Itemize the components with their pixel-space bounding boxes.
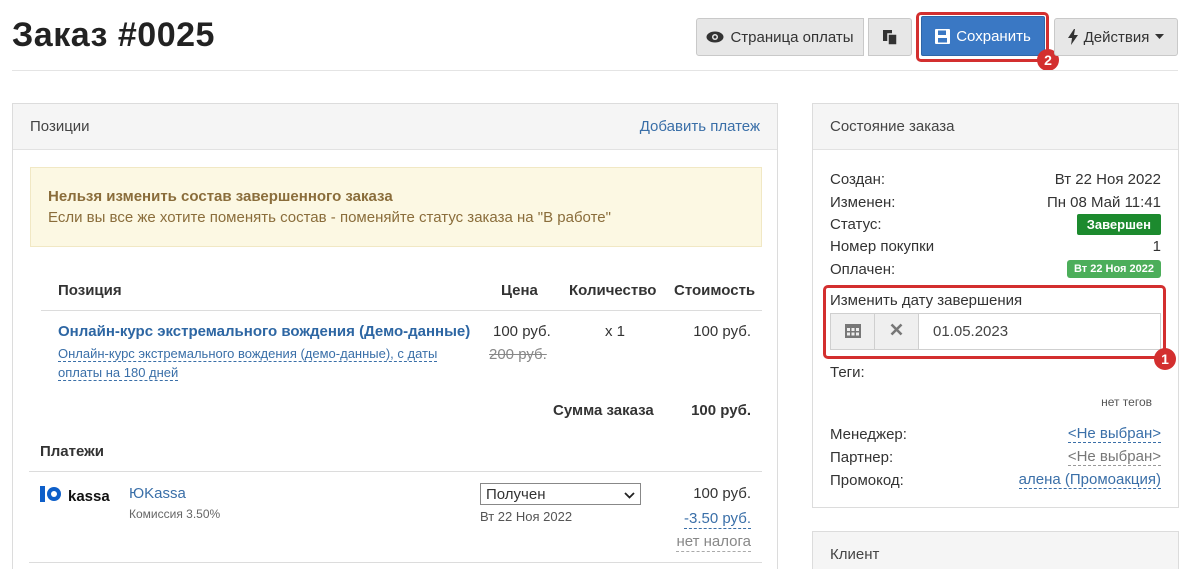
promo-row: Промокод: алена (Промоакция) [830,469,1161,491]
item-subtitle-link[interactable]: Онлайн-курс экстремального вождения (дем… [58,344,448,382]
payment-fee-link[interactable]: -3.50 руб. [684,510,751,529]
promo-label: Промокод: [830,471,904,489]
table-header-divider [41,310,762,311]
actions-label: Действия [1083,28,1150,46]
payment-amount: 100 руб. [693,485,751,502]
partner-label: Партнер: [830,448,894,466]
item-title-link[interactable]: Онлайн-курс экстремального вождения (Дем… [58,323,470,340]
positions-panel-header: Позиции Добавить платеж [13,104,777,150]
payment-page-button[interactable]: Страница оплаты [696,18,864,56]
save-label: Сохранить [956,27,1031,45]
order-state-header: Состояние заказа [813,104,1178,150]
item-price: 100 руб. [493,323,551,340]
chevron-down-icon [624,486,635,503]
status-row: Статус: Завершен [830,213,1161,235]
client-title: Клиент [830,546,880,563]
status-label: Статус: [830,215,882,233]
payment-system-link[interactable]: ЮKassa [129,485,186,502]
item-cost: 100 руб. [693,323,751,340]
payments-heading: Платежи [40,443,104,460]
column-header-position: Позиция [58,282,122,299]
add-payment-link[interactable]: Добавить платеж [640,118,760,135]
yookassa-icon [40,486,62,506]
payments-divider [29,471,762,472]
payment-row-divider [29,562,762,563]
payment-status-select[interactable]: Получен [480,483,641,505]
yookassa-logo: kassa [40,486,110,506]
actions-dropdown-button[interactable]: Действия [1054,18,1178,56]
client-panel-header: Клиент [813,532,1178,569]
partner-select-link[interactable]: <Не выбран> [1067,448,1161,466]
payment-status-value: Получен [486,485,546,503]
order-sum-label: Сумма заказа [553,402,654,419]
save-button[interactable]: Сохранить [921,16,1045,56]
changed-value: Пн 08 Май 11:41 [1046,193,1161,211]
page-title: Заказ #0025 [12,16,215,54]
positions-title: Позиции [30,118,90,135]
paid-label: Оплачен: [830,260,896,278]
created-label: Создан: [830,170,886,188]
changed-label: Изменен: [830,193,896,211]
manager-label: Менеджер: [830,425,907,443]
caret-down-icon [1155,34,1165,40]
order-sum-value: 100 руб. [691,402,751,419]
promo-code-link[interactable]: алена (Промоакция) [1018,471,1161,489]
tags-empty-value: нет тегов [1101,395,1152,409]
purchase-number-value: 1 [1152,237,1161,255]
column-header-cost: Стоимость [674,282,756,299]
copy-icon [882,29,898,46]
header-divider [12,70,1178,71]
tags-label: Теги: [830,364,865,381]
completed-order-alert: Нельзя изменить состав завершенного зака… [30,167,762,247]
changed-row: Изменен: Пн 08 Май 11:41 [830,191,1161,213]
payment-date: Вт 22 Ноя 2022 [480,509,573,524]
status-badge: Завершен [1076,213,1161,235]
payment-tax-link[interactable]: нет налога [676,533,751,552]
step-marker-1: 1 [1154,348,1176,370]
payment-page-label: Страница оплаты [730,28,854,46]
alert-title: Нельзя изменить состав завершенного зака… [48,188,393,205]
payment-commission: Комиссия 3.50% [129,507,221,521]
client-panel: Клиент [812,531,1179,569]
bolt-icon [1067,29,1078,45]
paid-badge: Вт 22 Ноя 2022 [1067,260,1161,278]
yookassa-logo-text: kassa [68,487,110,505]
partner-row: Партнер: <Не выбран> [830,446,1161,468]
item-quantity: x 1 [605,323,626,340]
manager-select-link[interactable]: <Не выбран> [1067,425,1161,443]
alert-text: Если вы все же хотите поменять состав - … [48,209,611,226]
purchase-number-row: Номер покупки 1 [830,235,1161,257]
created-value: Вт 22 Ноя 2022 [1054,170,1161,188]
column-header-quantity: Количество [569,282,657,299]
column-header-price: Цена [501,282,538,299]
manager-row: Менеджер: <Не выбран> [830,423,1161,445]
paid-row: Оплачен: Вт 22 Ноя 2022 [830,258,1161,280]
date-highlight-frame [823,285,1166,359]
purchase-number-label: Номер покупки [830,237,935,255]
positions-panel: Позиции Добавить платеж Нельзя изменить … [12,103,778,569]
created-row: Создан: Вт 22 Ноя 2022 [830,168,1161,190]
order-state-title: Состояние заказа [830,118,955,135]
eye-icon [706,31,724,43]
copy-button[interactable] [868,18,912,56]
floppy-icon [935,28,951,44]
item-subtitle-text: Онлайн-курс экстремального вождения (дем… [58,346,438,381]
item-old-price: 200 руб. [489,346,547,363]
